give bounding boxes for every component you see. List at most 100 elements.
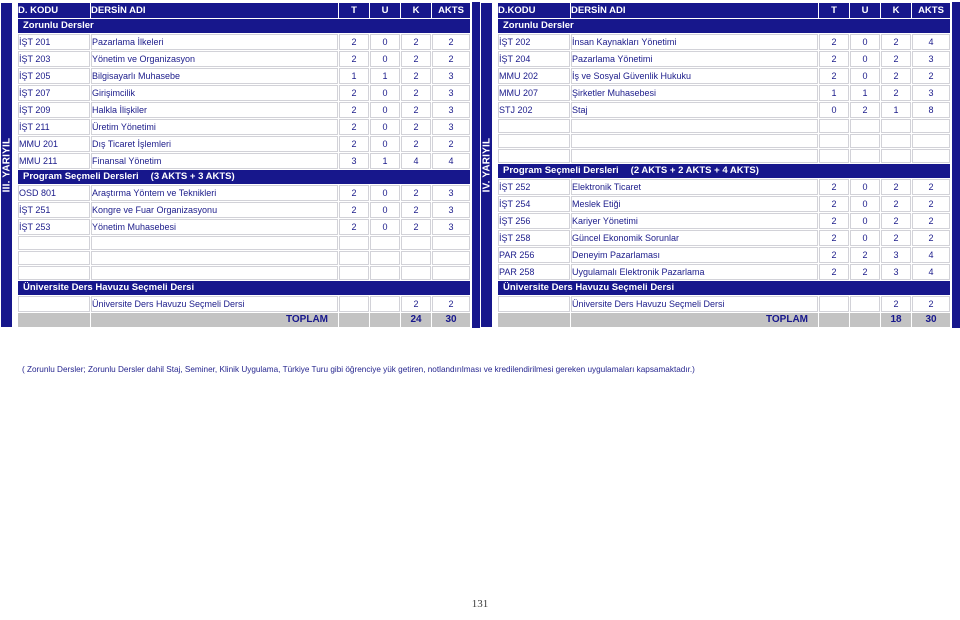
cell-k: 2 xyxy=(881,51,911,67)
cell-k: 2 xyxy=(401,68,431,84)
table-row: İŞT 201 Pazarlama İlkeleri 2 0 2 2 xyxy=(18,34,470,50)
semester-label-3: III. YARIYIL xyxy=(1,137,12,193)
table-row: PAR 256 Deneyim Pazarlaması 2 2 3 4 xyxy=(498,247,950,263)
section-band-title: Program Seçmeli Dersleri xyxy=(503,165,619,176)
cell-course-name: Yönetim ve Organizasyon xyxy=(91,51,338,67)
cell-course-code xyxy=(498,134,570,148)
cell-u: 0 xyxy=(370,102,400,118)
cell-u xyxy=(370,266,400,280)
section-band-row: Program Seçmeli Dersleri (2 AKTS + 2 AKTS… xyxy=(498,164,950,178)
cell-course-code: İŞT 211 xyxy=(18,119,90,135)
cell-course-code xyxy=(18,236,90,250)
cell-k: 2 xyxy=(401,102,431,118)
header-k: K xyxy=(881,3,911,18)
cell-course-name: Yönetim Muhasebesi xyxy=(91,219,338,235)
cell-course-code: PAR 256 xyxy=(498,247,570,263)
cell-akts: 3 xyxy=(432,102,470,118)
cell-akts: 2 xyxy=(912,196,950,212)
curriculum-table-3: D. KODU DERSİN ADI T U K AKTS Zorunlu De… xyxy=(17,2,471,328)
table-row: İŞT 207 Girişimcilik 2 0 2 3 xyxy=(18,85,470,101)
cell-course-name xyxy=(91,251,338,265)
table-row xyxy=(498,134,950,148)
cell-k: 2 xyxy=(401,185,431,201)
cell-course-code xyxy=(18,296,90,312)
section-band-title: Zorunlu Dersler xyxy=(503,20,574,31)
cell-akts: 2 xyxy=(432,296,470,312)
table-row: İŞT 256 Kariyer Yönetimi 2 0 2 2 xyxy=(498,213,950,229)
cell-u xyxy=(850,296,880,312)
cell-k: 3 xyxy=(881,264,911,280)
section-band-label: Program Seçmeli Dersleri (3 AKTS + 3 AKTS… xyxy=(18,170,470,184)
cell-u xyxy=(370,251,400,265)
cell-course-name: Deneyim Pazarlaması xyxy=(571,247,818,263)
cell-course-name: Finansal Yönetim xyxy=(91,153,338,169)
total-spacer-code xyxy=(18,313,90,327)
cell-course-name: Pazarlama İlkeleri xyxy=(91,34,338,50)
cell-course-name: Staj xyxy=(571,102,818,118)
cell-u xyxy=(850,134,880,148)
cell-course-code: İŞT 207 xyxy=(18,85,90,101)
cell-course-name xyxy=(571,149,818,163)
cell-akts xyxy=(912,119,950,133)
section-band-label: Üniversite Ders Havuzu Seçmeli Dersi xyxy=(18,281,470,295)
table-row: İŞT 251 Kongre ve Fuar Organizasyonu 2 0 2 3 xyxy=(18,202,470,218)
cell-course-code: İŞT 251 xyxy=(18,202,90,218)
cell-akts xyxy=(432,236,470,250)
cell-course-name xyxy=(91,266,338,280)
section-band-row: Üniversite Ders Havuzu Seçmeli Dersi xyxy=(18,281,470,295)
cell-course-name: Elektronik Ticaret xyxy=(571,179,818,195)
cell-course-name: Şirketler Muhasebesi xyxy=(571,85,818,101)
cell-t: 1 xyxy=(339,68,369,84)
cell-course-code: İŞT 209 xyxy=(18,102,90,118)
cell-k: 2 xyxy=(401,219,431,235)
section-band-title: Üniversite Ders Havuzu Seçmeli Dersi xyxy=(503,282,675,293)
cell-u: 1 xyxy=(370,153,400,169)
cell-akts xyxy=(432,251,470,265)
cell-k: 2 xyxy=(401,119,431,135)
cell-u xyxy=(850,149,880,163)
cell-t: 2 xyxy=(339,51,369,67)
section-band-row: Zorunlu Dersler xyxy=(18,19,470,33)
total-label: TOPLAM xyxy=(571,313,818,327)
section-band-label: Program Seçmeli Dersleri (2 AKTS + 2 AKTS… xyxy=(498,164,950,178)
cell-course-name: Uygulamalı Elektronik Pazarlama xyxy=(571,264,818,280)
cell-course-code: STJ 202 xyxy=(498,102,570,118)
cell-course-code xyxy=(498,119,570,133)
semester-label-4: IV. YARIYIL xyxy=(481,137,492,193)
cell-u: 1 xyxy=(850,85,880,101)
header-t: T xyxy=(819,3,849,18)
cell-u xyxy=(370,296,400,312)
cell-t: 2 xyxy=(339,185,369,201)
semester-block-4: IV. YARIYIL D.KODU DERSİN ADI T U K AKTS… xyxy=(480,2,960,328)
header-code: D.KODU xyxy=(498,3,570,18)
cell-k: 2 xyxy=(881,68,911,84)
cell-course-name xyxy=(91,236,338,250)
header-akts: AKTS xyxy=(912,3,950,18)
table-header-row: D.KODU DERSİN ADI T U K AKTS xyxy=(498,3,950,18)
table-row: İŞT 203 Yönetim ve Organizasyon 2 0 2 2 xyxy=(18,51,470,67)
cell-course-name: Girişimcilik xyxy=(91,85,338,101)
cell-t: 2 xyxy=(819,264,849,280)
total-k: 24 xyxy=(401,313,431,327)
cell-u: 0 xyxy=(370,136,400,152)
cell-u: 0 xyxy=(850,230,880,246)
total-row: TOPLAM 18 30 xyxy=(498,313,950,327)
cell-t: 1 xyxy=(819,85,849,101)
section-band-label: Zorunlu Dersler xyxy=(18,19,470,33)
table-row xyxy=(18,266,470,280)
cell-course-name: Araştırma Yöntem ve Teknikleri xyxy=(91,185,338,201)
cell-course-code: İŞT 201 xyxy=(18,34,90,50)
cell-t: 2 xyxy=(339,119,369,135)
cell-k: 2 xyxy=(881,85,911,101)
table-row: Üniversite Ders Havuzu Seçmeli Dersi 2 2 xyxy=(498,296,950,312)
cell-k: 2 xyxy=(881,296,911,312)
cell-course-code: İŞT 204 xyxy=(498,51,570,67)
cell-u: 0 xyxy=(850,213,880,229)
cell-k: 2 xyxy=(401,296,431,312)
cell-k: 1 xyxy=(881,102,911,118)
table-row: STJ 202 Staj 0 2 1 8 xyxy=(498,102,950,118)
table-edge-bar-3 xyxy=(472,2,480,328)
cell-akts xyxy=(432,266,470,280)
semester-table-wrap-4: D.KODU DERSİN ADI T U K AKTS Zorunlu Der… xyxy=(497,2,960,328)
total-label: TOPLAM xyxy=(91,313,338,327)
